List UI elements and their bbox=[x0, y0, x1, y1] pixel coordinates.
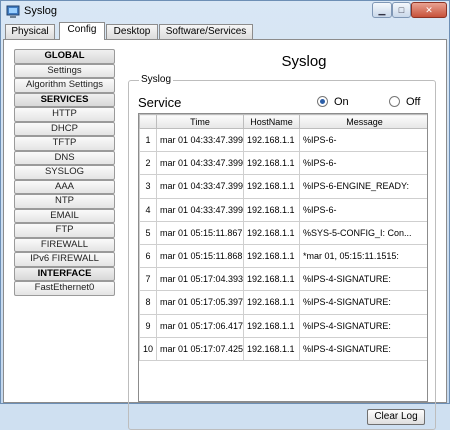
row-time: mar 01 05:15:11.868 bbox=[156, 243, 244, 269]
title-bar[interactable]: Syslog ▁ □ ✕ bbox=[1, 1, 449, 22]
row-time: mar 01 05:15:11.867 bbox=[156, 220, 244, 245]
sidebar-item-dns[interactable]: DNS bbox=[14, 150, 115, 165]
row-message: %IPS-4-SIGNATURE: bbox=[299, 267, 427, 292]
minimize-button[interactable]: ▁ bbox=[372, 2, 392, 18]
row-hostname: 192.168.1.1 bbox=[243, 151, 300, 176]
row-hostname: 192.168.1.1 bbox=[243, 243, 300, 269]
page-title: Syslog bbox=[281, 53, 327, 70]
row-hostname: 192.168.1.1 bbox=[243, 197, 300, 222]
maximize-icon: □ bbox=[398, 5, 405, 15]
column-header-index[interactable] bbox=[139, 114, 157, 129]
row-time: mar 01 04:33:47.399 bbox=[156, 127, 244, 153]
row-time: mar 01 04:33:47.399 bbox=[156, 174, 244, 199]
sidebar-item-tftp[interactable]: TFTP bbox=[14, 136, 115, 151]
row-hostname: 192.168.1.1 bbox=[243, 290, 300, 315]
row-message: %IPS-6- bbox=[299, 151, 427, 176]
close-button[interactable]: ✕ bbox=[411, 2, 447, 18]
sidebar-item-ipv6-firewall[interactable]: IPv6 FIREWALL bbox=[14, 252, 115, 267]
sidebar-item-fastethernet0[interactable]: FastEthernet0 bbox=[14, 281, 115, 296]
service-on-label[interactable]: On bbox=[334, 96, 349, 108]
config-content: GLOBAL Settings Algorithm Settings SERVI… bbox=[3, 39, 447, 430]
row-hostname: 192.168.1.1 bbox=[243, 336, 300, 361]
table-row[interactable]: 2 mar 01 04:33:47.399 192.168.1.1 %IPS-6… bbox=[139, 151, 427, 176]
row-hostname: 192.168.1.1 bbox=[243, 267, 300, 292]
row-index: 3 bbox=[139, 174, 157, 199]
row-time: mar 01 04:33:47.399 bbox=[156, 197, 244, 222]
minimize-icon: ▁ bbox=[378, 5, 386, 15]
sidebar-item-settings[interactable]: Settings bbox=[14, 63, 115, 78]
table-row[interactable]: 1 mar 01 04:33:47.399 192.168.1.1 %IPS-6… bbox=[139, 127, 427, 153]
table-row[interactable]: 4 mar 01 04:33:47.399 192.168.1.1 %IPS-6… bbox=[139, 197, 427, 222]
sidebar-item-http[interactable]: HTTP bbox=[14, 107, 115, 122]
syslog-window: Syslog ▁ □ ✕ Physical Config Desktop Sof… bbox=[0, 0, 450, 430]
tab-software-services[interactable]: Software/Services bbox=[159, 24, 253, 39]
tab-desktop[interactable]: Desktop bbox=[106, 24, 158, 39]
row-hostname: 192.168.1.1 bbox=[243, 313, 300, 338]
service-off-radio[interactable] bbox=[389, 96, 400, 107]
row-message: %IPS-4-SIGNATURE: bbox=[299, 336, 427, 361]
row-message: %IPS-6- bbox=[299, 127, 427, 153]
syslog-app-icon bbox=[6, 5, 20, 18]
table-header-row: Time HostName Message bbox=[139, 114, 427, 129]
sidebar-item-syslog[interactable]: SYSLOG bbox=[14, 165, 115, 180]
service-off-label[interactable]: Off bbox=[406, 96, 420, 108]
row-index: 6 bbox=[139, 243, 157, 269]
table-row[interactable]: 5 mar 01 05:15:11.867 192.168.1.1 %SYS-5… bbox=[139, 220, 427, 245]
config-sidebar: GLOBAL Settings Algorithm Settings SERVI… bbox=[14, 49, 115, 296]
sidebar-header-services: SERVICES bbox=[14, 92, 115, 107]
row-index: 4 bbox=[139, 197, 157, 222]
sidebar-header-interface: INTERFACE bbox=[14, 266, 115, 281]
table-row[interactable]: 3 mar 01 04:33:47.399 192.168.1.1 %IPS-6… bbox=[139, 174, 427, 199]
tab-config[interactable]: Config bbox=[59, 22, 105, 40]
row-hostname: 192.168.1.1 bbox=[243, 127, 300, 153]
row-time: mar 01 05:17:05.397 bbox=[156, 290, 244, 315]
row-hostname: 192.168.1.1 bbox=[243, 220, 300, 245]
table-row[interactable]: 9 mar 01 05:17:06.417 192.168.1.1 %IPS-4… bbox=[139, 313, 427, 338]
row-hostname: 192.168.1.1 bbox=[243, 174, 300, 199]
sidebar-item-firewall[interactable]: FIREWALL bbox=[14, 237, 115, 252]
column-header-hostname[interactable]: HostName bbox=[243, 114, 300, 129]
service-label: Service bbox=[138, 95, 182, 110]
row-index: 8 bbox=[139, 290, 157, 315]
maximize-button[interactable]: □ bbox=[392, 2, 411, 18]
row-message: %IPS-6- bbox=[299, 197, 427, 222]
sidebar-header-global: GLOBAL bbox=[14, 49, 115, 64]
sidebar-item-algorithm-settings[interactable]: Algorithm Settings bbox=[14, 78, 115, 93]
sidebar-item-dhcp[interactable]: DHCP bbox=[14, 121, 115, 136]
sidebar-item-aaa[interactable]: AAA bbox=[14, 179, 115, 194]
sidebar-item-email[interactable]: EMAIL bbox=[14, 208, 115, 223]
row-message: %SYS-5-CONFIG_I: Con... bbox=[299, 220, 427, 245]
row-index: 9 bbox=[139, 313, 157, 338]
table-row[interactable]: 8 mar 01 05:17:05.397 192.168.1.1 %IPS-4… bbox=[139, 290, 427, 315]
groupbox-label: Syslog bbox=[139, 74, 174, 85]
close-icon: ✕ bbox=[425, 5, 433, 15]
row-time: mar 01 05:17:04.393 bbox=[156, 267, 244, 292]
row-message: %IPS-4-SIGNATURE: bbox=[299, 290, 427, 315]
service-on-radio[interactable] bbox=[317, 96, 328, 107]
sidebar-item-ntp[interactable]: NTP bbox=[14, 194, 115, 209]
row-message: %IPS-6-ENGINE_READY: bbox=[299, 174, 427, 199]
window-title: Syslog bbox=[24, 5, 58, 17]
table-row[interactable]: 10 mar 01 05:17:07.425 192.168.1.1 %IPS-… bbox=[139, 336, 427, 361]
row-message: *mar 01, 05:15:11.1515: bbox=[299, 243, 427, 269]
clear-log-button[interactable]: Clear Log bbox=[367, 409, 425, 425]
column-header-message[interactable]: Message bbox=[299, 114, 427, 129]
row-time: mar 01 05:17:07.425 bbox=[156, 336, 244, 361]
row-index: 2 bbox=[139, 151, 157, 176]
row-index: 5 bbox=[139, 220, 157, 245]
row-time: mar 01 04:33:47.399 bbox=[156, 151, 244, 176]
row-index: 1 bbox=[139, 127, 157, 153]
syslog-table[interactable]: Time HostName Message 1 mar 01 04:33:47.… bbox=[138, 113, 428, 402]
sidebar-item-ftp[interactable]: FTP bbox=[14, 223, 115, 238]
row-index: 10 bbox=[139, 336, 157, 361]
table-row[interactable]: 6 mar 01 05:15:11.868 192.168.1.1 *mar 0… bbox=[139, 243, 427, 269]
row-message: %IPS-4-SIGNATURE: bbox=[299, 313, 427, 338]
column-header-time[interactable]: Time bbox=[156, 114, 244, 129]
row-time: mar 01 05:17:06.417 bbox=[156, 313, 244, 338]
tab-bar: Physical Config Desktop Software/Service… bbox=[3, 22, 449, 40]
row-index: 7 bbox=[139, 267, 157, 292]
table-row[interactable]: 7 mar 01 05:17:04.393 192.168.1.1 %IPS-4… bbox=[139, 267, 427, 292]
tab-physical[interactable]: Physical bbox=[5, 24, 55, 39]
